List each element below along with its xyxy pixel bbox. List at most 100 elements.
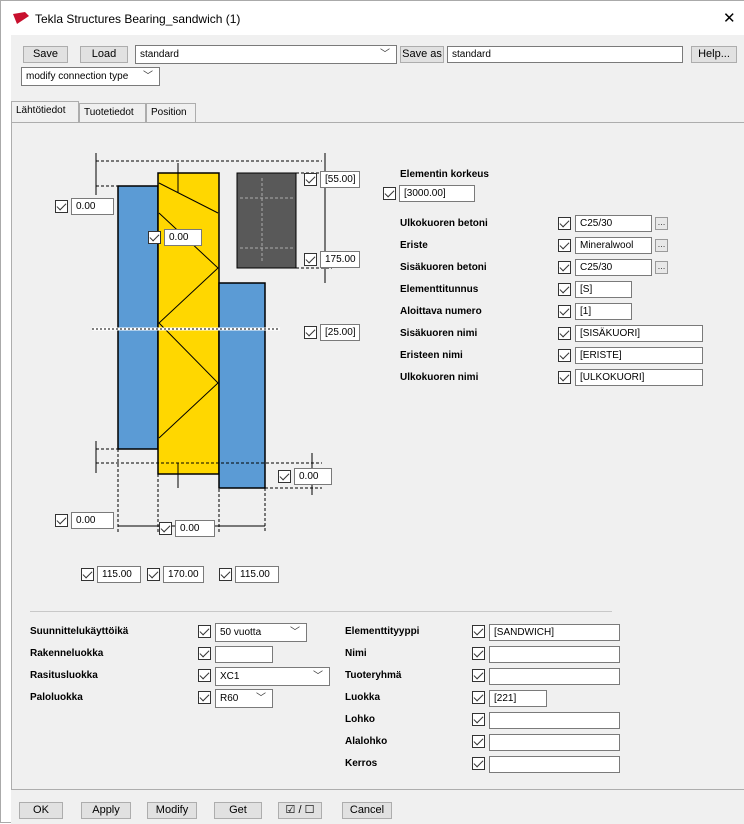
field-checkbox[interactable]: [558, 239, 571, 252]
chevron-down-icon: ﹀: [143, 71, 153, 82]
inner-low-dim-checkbox[interactable]: [159, 522, 172, 535]
chevron-down-icon: ﹀: [256, 693, 266, 704]
inner-top-dim-field[interactable]: 0.00: [164, 229, 202, 246]
ok-button[interactable]: OK: [19, 802, 63, 819]
width-mid-checkbox[interactable]: [147, 568, 160, 581]
property-label: Kerros: [345, 758, 378, 769]
property-input[interactable]: [489, 734, 620, 751]
property-checkbox[interactable]: [198, 647, 211, 660]
browse-icon[interactable]: …: [655, 239, 668, 252]
field-input[interactable]: [SISÄKUORI]: [575, 325, 703, 342]
left-low-dim-field[interactable]: 0.00: [71, 512, 114, 529]
property-label: Lohko: [345, 714, 375, 725]
element-height-checkbox[interactable]: [383, 187, 396, 200]
field-checkbox[interactable]: [558, 349, 571, 362]
property-checkbox[interactable]: [472, 713, 485, 726]
field-checkbox[interactable]: [558, 217, 571, 230]
right-low-dim-field[interactable]: 0.00: [294, 468, 332, 485]
field-checkbox[interactable]: [558, 371, 571, 384]
property-input[interactable]: [489, 668, 620, 685]
width-right-field[interactable]: 115.00: [235, 566, 279, 583]
window-title: Tekla Structures Bearing_sandwich (1): [35, 12, 241, 26]
property-label: Rakenneluokka: [30, 648, 104, 659]
property-select[interactable]: R60 ﹀: [215, 689, 273, 708]
top-dim-checkbox[interactable]: [304, 173, 317, 186]
mid-dim-field[interactable]: 175.00: [320, 251, 360, 268]
left-low-dim-checkbox[interactable]: [55, 514, 68, 527]
property-checkbox[interactable]: [198, 669, 211, 682]
get-button[interactable]: Get: [214, 802, 262, 819]
inner-top-dim-checkbox[interactable]: [148, 231, 161, 244]
tab-tuotetiedot[interactable]: Tuotetiedot: [79, 103, 146, 122]
save-as-button[interactable]: Save as: [400, 46, 444, 63]
slab-shape: [236, 172, 297, 269]
mid-dim-checkbox[interactable]: [304, 253, 317, 266]
right-low-dim-checkbox[interactable]: [278, 470, 291, 483]
property-checkbox[interactable]: [198, 691, 211, 704]
width-left-checkbox[interactable]: [81, 568, 94, 581]
browse-icon[interactable]: …: [655, 217, 668, 230]
property-select[interactable]: XC1 ﹀: [215, 667, 330, 686]
tab-lahtotiedot[interactable]: Lähtötiedot: [11, 101, 79, 122]
property-input[interactable]: [215, 646, 273, 663]
width-left-field[interactable]: 115.00: [97, 566, 141, 583]
dialog-window: Tekla Structures Bearing_sandwich (1) ✕ …: [0, 0, 744, 824]
field-input[interactable]: C25/30: [575, 259, 652, 276]
property-input[interactable]: [489, 646, 620, 663]
load-button[interactable]: Load: [80, 46, 128, 63]
save-as-input[interactable]: standard: [447, 46, 683, 63]
help-button[interactable]: Help...: [691, 46, 737, 63]
field-checkbox[interactable]: [558, 261, 571, 274]
dialog-body: Save Load standard ﹀ Save as standard He…: [11, 35, 744, 824]
inner-concrete-shape: [218, 282, 266, 489]
property-checkbox[interactable]: [198, 625, 211, 638]
property-input[interactable]: [221]: [489, 690, 547, 707]
preset-select[interactable]: standard ﹀: [135, 45, 397, 64]
property-checkbox[interactable]: [472, 691, 485, 704]
field-input[interactable]: Mineralwool: [575, 237, 652, 254]
field-input[interactable]: C25/30: [575, 215, 652, 232]
apply-button[interactable]: Apply: [81, 802, 131, 819]
close-icon[interactable]: ✕: [723, 9, 736, 27]
left-top-dim-checkbox[interactable]: [55, 200, 68, 213]
property-checkbox[interactable]: [472, 757, 485, 770]
property-input[interactable]: [SANDWICH]: [489, 624, 620, 641]
field-input[interactable]: [S]: [575, 281, 632, 298]
inner-low-dim-field[interactable]: 0.00: [175, 520, 215, 537]
field-checkbox[interactable]: [558, 305, 571, 318]
connection-type-select[interactable]: modify connection type ﹀: [21, 67, 160, 86]
left-top-dim-field[interactable]: 0.00: [71, 198, 114, 215]
field-label: Ulkokuoren nimi: [400, 372, 479, 383]
property-checkbox[interactable]: [472, 669, 485, 682]
property-label: Alalohko: [345, 736, 388, 747]
browse-icon[interactable]: …: [655, 261, 668, 274]
property-checkbox[interactable]: [472, 625, 485, 638]
field-checkbox[interactable]: [558, 327, 571, 340]
field-checkbox[interactable]: [558, 283, 571, 296]
bottom-right-dim-field[interactable]: [25.00]: [320, 324, 360, 341]
save-button[interactable]: Save: [23, 46, 68, 63]
toggle-all-button[interactable]: ☑ / ☐: [278, 802, 322, 819]
field-label: Elementtitunnus: [400, 284, 479, 295]
width-right-checkbox[interactable]: [219, 568, 232, 581]
cancel-button[interactable]: Cancel: [342, 802, 392, 819]
field-label: Eriste: [400, 240, 428, 251]
top-dim-field[interactable]: [55.00]: [320, 171, 360, 188]
field-input[interactable]: [1]: [575, 303, 632, 320]
property-checkbox[interactable]: [472, 647, 485, 660]
outer-concrete-shape: [117, 185, 159, 450]
field-input[interactable]: [ERISTE]: [575, 347, 703, 364]
field-input[interactable]: [ULKOKUORI]: [575, 369, 703, 386]
property-input[interactable]: [489, 756, 620, 773]
field-label: Sisäkuoren nimi: [400, 328, 478, 339]
property-checkbox[interactable]: [472, 735, 485, 748]
bottom-right-dim-checkbox[interactable]: [304, 326, 317, 339]
element-height-field[interactable]: [3000.00]: [399, 185, 475, 202]
section-diagram: [92, 153, 332, 533]
property-value: XC1: [220, 671, 240, 682]
property-select[interactable]: 50 vuotta ﹀: [215, 623, 307, 642]
modify-button[interactable]: Modify: [147, 802, 197, 819]
property-input[interactable]: [489, 712, 620, 729]
tab-position[interactable]: Position: [146, 103, 196, 122]
width-mid-field[interactable]: 170.00: [163, 566, 204, 583]
